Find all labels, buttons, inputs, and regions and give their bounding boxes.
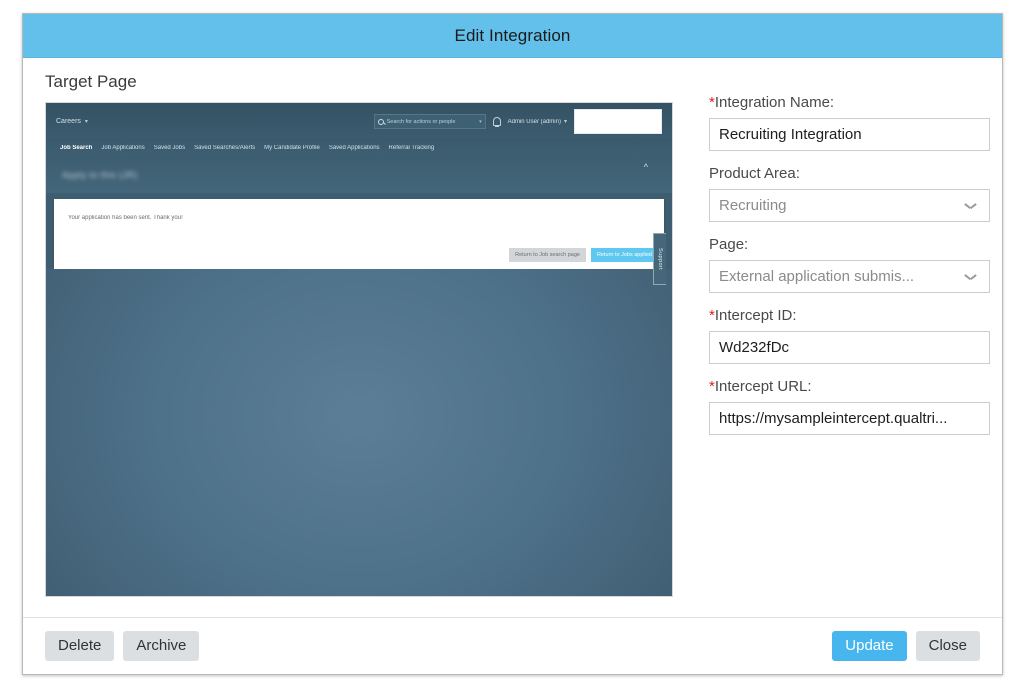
search-icon <box>377 118 384 125</box>
dialog-header: Edit Integration <box>23 14 1002 58</box>
preview-page-titlebar: Apply to this (JR) ^ <box>46 156 672 193</box>
preview-confirmation-card: Your application has been sent. Thank yo… <box>54 199 664 269</box>
chevron-up-icon[interactable]: ^ <box>644 162 648 172</box>
field-integration-name: *Integration Name: Recruiting Integratio… <box>709 94 990 151</box>
preview-user-menu[interactable]: Admin User (admin) ▾ <box>507 118 567 126</box>
integration-form: *Integration Name: Recruiting Integratio… <box>709 94 990 449</box>
dialog-body: Target Page Careers ▾ Search for actions… <box>23 58 1002 618</box>
intercept-url-label: *Intercept URL: <box>709 378 990 395</box>
chevron-down-icon <box>965 274 976 280</box>
delete-button[interactable]: Delete <box>45 630 115 662</box>
intercept-id-label-text: Intercept ID: <box>714 307 797 324</box>
preview-brand[interactable]: Careers ▾ <box>56 118 88 125</box>
update-button[interactable]: Update <box>832 630 907 662</box>
dialog-footer: Delete Archive Update Close <box>23 617 1002 674</box>
preview-page-background <box>46 269 672 596</box>
preview-nav-job-search[interactable]: Job Search <box>60 145 92 151</box>
field-product-area: Product Area: Recruiting <box>709 165 990 222</box>
page-select[interactable]: External application submis... <box>709 260 990 293</box>
preview-search-input[interactable]: Search for actions or people ▾ <box>373 114 486 129</box>
preview-brand-label: Careers <box>56 117 81 125</box>
preview-support-tab[interactable]: Support <box>653 233 666 285</box>
preview-nav-saved-applications[interactable]: Saved Applications <box>329 145 380 151</box>
product-area-value: Recruiting <box>719 197 787 214</box>
preview-return-to-job-search-button[interactable]: Return to Job search page <box>509 248 586 262</box>
chevron-down-icon: ▾ <box>84 118 88 125</box>
preview-card-buttons: Return to Job search page Return to Jobs… <box>509 248 658 262</box>
preview-nav-my-candidate-profile[interactable]: My Candidate Profile <box>264 145 320 151</box>
edit-integration-dialog: Edit Integration Target Page Careers ▾ S… <box>22 13 1003 675</box>
preview-page-title: Apply to this (JR) <box>62 169 138 180</box>
field-intercept-url: *Intercept URL: https://mysampleintercep… <box>709 378 990 435</box>
preview-nav-saved-jobs[interactable]: Saved Jobs <box>154 145 185 151</box>
preview-return-to-jobs-applied-button[interactable]: Return to Jobs applied <box>590 248 658 262</box>
product-area-select[interactable]: Recruiting <box>709 189 990 222</box>
preview-confirmation-message: Your application has been sent. Thank yo… <box>68 215 183 221</box>
target-page-preview[interactable]: Careers ▾ Search for actions or people ▾… <box>45 102 673 597</box>
chevron-down-icon: ▾ <box>563 119 567 125</box>
intercept-id-label: *Intercept ID: <box>709 307 990 324</box>
bell-icon[interactable] <box>492 117 501 127</box>
preview-nav-saved-searches-alerts[interactable]: Saved Searches/Alerts <box>194 145 255 151</box>
chevron-down-icon: ▾ <box>479 118 482 125</box>
footer-right-actions: Update Close <box>832 630 980 662</box>
dialog-title: Edit Integration <box>454 25 571 45</box>
preview-search-placeholder: Search for actions or people <box>386 118 456 125</box>
integration-name-label-text: Integration Name: <box>714 94 835 111</box>
target-page-section-label: Target Page <box>45 72 137 91</box>
field-intercept-id: *Intercept ID: Wd232fDc <box>709 307 990 364</box>
integration-name-label: *Integration Name: <box>709 94 990 111</box>
archive-button[interactable]: Archive <box>123 630 200 662</box>
integration-name-input[interactable]: Recruiting Integration <box>709 118 990 151</box>
footer-left-actions: Delete Archive <box>45 630 200 662</box>
preview-user-label: Admin User (admin) <box>507 118 561 125</box>
preview-navbar: Job Search Job Applications Saved Jobs S… <box>46 139 672 156</box>
intercept-url-label-text: Intercept URL: <box>714 378 812 395</box>
preview-nav-job-applications[interactable]: Job Applications <box>101 145 144 151</box>
preview-nav-referral-tracking[interactable]: Referral Tracking <box>389 145 435 151</box>
intercept-url-input[interactable]: https://mysampleintercept.qualtri... <box>709 402 990 435</box>
intercept-id-input[interactable]: Wd232fDc <box>709 331 990 364</box>
preview-topbar: Careers ▾ Search for actions or people ▾… <box>46 103 672 139</box>
close-button[interactable]: Close <box>915 630 980 662</box>
preview-blank-box <box>574 109 662 134</box>
preview-support-label: Support <box>657 247 663 271</box>
field-page: Page: External application submis... <box>709 236 990 293</box>
product-area-label: Product Area: <box>709 165 800 182</box>
preview-topbar-right: Search for actions or people ▾ Admin Use… <box>373 109 662 134</box>
page-value: External application submis... <box>719 268 915 285</box>
chevron-down-icon <box>965 203 976 209</box>
page-label: Page: <box>709 236 749 253</box>
